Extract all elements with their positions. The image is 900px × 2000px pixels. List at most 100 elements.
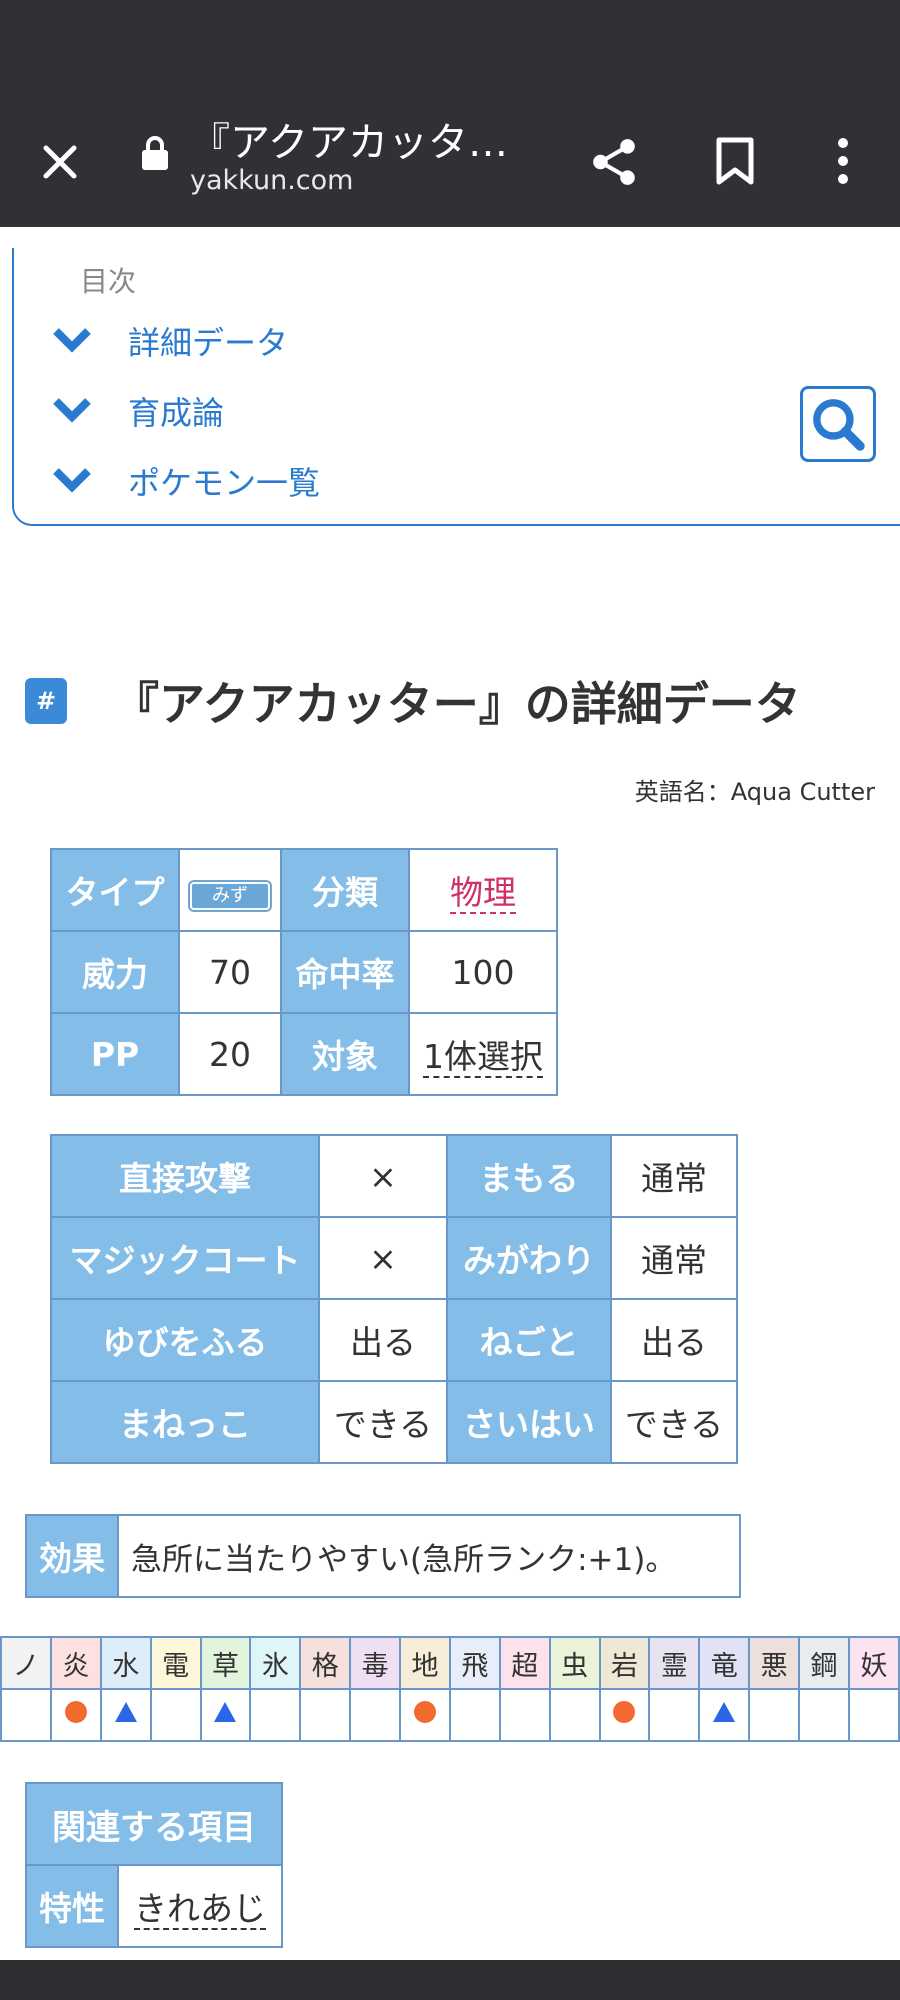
flag-label: まねっこ [50,1380,320,1464]
type-mark-cell [99,1688,152,1742]
type-mark-cell [847,1688,900,1742]
flag-label: みがわり [446,1216,612,1300]
type-header-cell: 地 [399,1636,451,1690]
type-mark-cell [548,1688,601,1742]
heading-text: 『アクアカッター』の詳細データ [113,677,801,731]
type-mark-cell [448,1688,501,1742]
power-label: 威力 [50,930,180,1014]
type-header-cell: 岩 [598,1636,651,1690]
toc-title: 目次 [80,265,137,298]
english-name: 英語名：Aqua Cutter [634,778,875,806]
type-header-cell: 毒 [349,1636,401,1690]
type-header-cell: 電 [149,1636,202,1690]
effect-label: 効果 [25,1514,119,1598]
flag-value: × [318,1216,448,1300]
browser-toolbar: 『アクアカッタ… yakkun.com [0,100,900,227]
type-mark-cell [149,1688,202,1742]
flag-value: できる [610,1380,738,1464]
power-value: 70 [178,930,282,1014]
toc-item-training[interactable]: 育成論 [52,388,224,434]
effect-table: 効果 急所に当たりやすい(急所ランク:+1)。 [25,1514,741,1598]
type-badge[interactable]: みず [190,882,270,910]
type-header-cell: 妖 [847,1636,900,1690]
type-header-row: ノ炎水電草氷格毒地飛超虫岩霊竜悪鋼妖 [0,1636,900,1690]
type-mark-row [0,1688,900,1742]
resisted-triangle-icon [214,1701,237,1722]
bookmark-icon[interactable] [715,136,755,186]
effect-text: 急所に当たりやすい(急所ランク:+1)。 [117,1514,741,1598]
page-title: 『アクアカッタ… [190,120,508,166]
accuracy-value: 100 [408,930,558,1014]
ability-value-cell[interactable]: きれあじ [117,1864,283,1948]
ability-link[interactable]: きれあじ [134,1889,266,1930]
pp-label: PP [50,1012,180,1096]
related-items-table: 関連する項目 特性 きれあじ [25,1782,283,1948]
ability-label: 特性 [25,1864,119,1948]
type-mark-cell [349,1688,401,1742]
flag-value: × [318,1134,448,1218]
type-mark-cell [648,1688,701,1742]
lock-icon [142,136,168,170]
type-effectiveness-table: ノ炎水電草氷格毒地飛超虫岩霊竜悪鋼妖 [0,1636,900,1742]
flag-label: 直接攻撃 [50,1134,320,1218]
accuracy-label: 命中率 [280,930,410,1014]
type-header-cell: 氷 [249,1636,302,1690]
type-value-cell[interactable]: みず [178,848,282,932]
category-value[interactable]: 物理 [450,873,516,914]
anchor-hash-icon[interactable]: # [25,678,67,724]
flag-label: ねごと [446,1298,612,1382]
type-header-cell: 草 [199,1636,252,1690]
toc-item-label: ポケモン一覧 [128,464,321,502]
resisted-triangle-icon [713,1701,736,1722]
effective-circle-icon [64,1700,87,1723]
status-bar [0,0,900,100]
type-mark-cell [199,1688,252,1742]
effective-circle-icon [613,1700,636,1723]
flag-value: 出る [318,1298,448,1382]
type-mark-cell [798,1688,850,1742]
type-header-cell: 霊 [648,1636,701,1690]
navigation-bar [0,1960,900,2000]
chevron-down-icon [53,398,91,423]
search-icon [813,399,865,451]
target-value[interactable]: 1体選択 [423,1037,543,1078]
toc-item-detail-data[interactable]: 詳細データ [52,318,288,364]
type-mark-cell [399,1688,451,1742]
more-menu-icon[interactable] [836,136,850,186]
target-value-cell[interactable]: 1体選択 [408,1012,558,1096]
type-mark-cell [698,1688,751,1742]
search-button[interactable] [800,386,876,462]
move-flags-table: 直接攻撃 × まもる 通常 マジックコート × みがわり 通常 ゆびをふる 出る… [50,1134,738,1464]
chevron-down-icon [53,468,91,493]
type-header-cell: 飛 [448,1636,501,1690]
flag-label: ゆびをふる [50,1298,320,1382]
flag-value: できる [318,1380,448,1464]
flag-label: まもる [446,1134,612,1218]
type-header-cell: 炎 [49,1636,102,1690]
target-label: 対象 [280,1012,410,1096]
related-header: 関連する項目 [25,1782,283,1866]
chevron-down-icon [53,328,91,353]
category-value-cell[interactable]: 物理 [408,848,558,932]
flag-value: 通常 [610,1216,738,1300]
resisted-triangle-icon [114,1701,137,1722]
url-text[interactable]: yakkun.com [190,165,353,196]
share-icon[interactable] [588,136,640,188]
type-mark-cell [498,1688,551,1742]
type-mark-cell [0,1688,52,1742]
type-mark-cell [598,1688,651,1742]
move-stats-table: タイプ みず 分類 物理 威力 70 命中率 100 PP 20 対象 1体選択 [50,848,558,1096]
type-header-cell: 悪 [748,1636,800,1690]
category-label: 分類 [280,848,410,932]
type-header-cell: 超 [498,1636,551,1690]
flag-value: 出る [610,1298,738,1382]
table-of-contents: 目次 詳細データ 育成論 ポケモン一覧 [12,248,900,526]
type-label: タイプ [50,848,180,932]
type-mark-cell [748,1688,800,1742]
toc-item-pokemon-list[interactable]: ポケモン一覧 [52,458,320,504]
type-mark-cell [299,1688,352,1742]
type-header-cell: 竜 [698,1636,751,1690]
close-icon[interactable] [36,138,84,186]
toc-item-label: 育成論 [128,394,225,432]
toc-item-label: 詳細データ [128,324,289,362]
